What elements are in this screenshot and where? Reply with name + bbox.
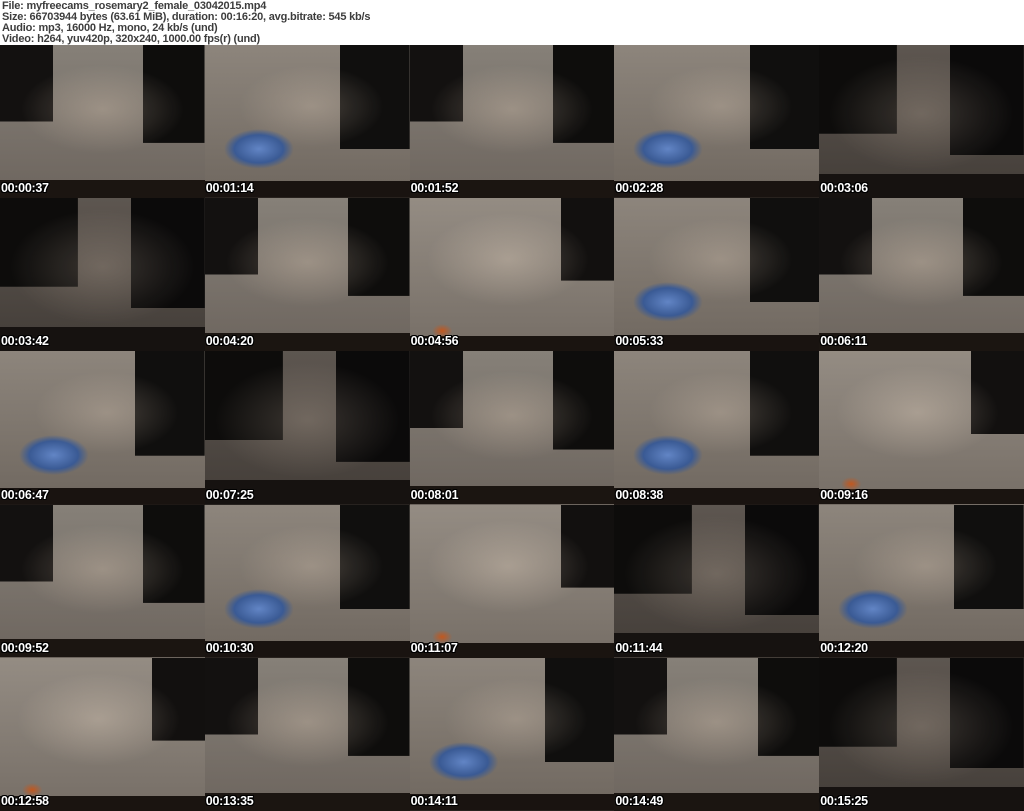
thumbnail-timestamp: 00:13:35	[205, 793, 254, 808]
video-thumbnail: 00:14:49	[614, 657, 820, 811]
video-thumbnail: 00:05:33	[614, 198, 820, 352]
video-thumbnail: 00:06:47	[0, 351, 205, 505]
thumbnail-timestamp: 00:03:42	[1, 334, 49, 349]
video-thumbnail: 00:03:42	[0, 198, 205, 352]
video-thumbnail: 00:11:44	[614, 504, 820, 658]
thumbnail-timestamp: 00:04:20	[205, 334, 254, 349]
video-thumbnail: 00:13:35	[204, 657, 410, 811]
video-thumbnail: 00:09:16	[819, 351, 1024, 505]
thumbnail-timestamp: 00:01:14	[205, 181, 254, 196]
video-thumbnail: 00:00:37	[0, 45, 205, 199]
thumbnail-timestamp: 00:01:52	[410, 181, 459, 196]
thumbnail-timestamp: 00:03:06	[820, 181, 868, 196]
video-thumbnail: 00:07:25	[204, 351, 410, 505]
video-thumbnail: 00:02:28	[614, 45, 820, 199]
video-thumbnail: 00:11:07	[409, 504, 615, 658]
video-thumbnail: 00:15:25	[819, 657, 1024, 811]
video-thumbnail: 00:12:20	[819, 504, 1024, 658]
video-thumbnail: 00:12:58	[0, 657, 205, 811]
thumbnail-grid: 00:00:37 00:01:14 00:01:52 00:02:28 00:0…	[0, 45, 1024, 811]
video-thumbnail: 00:01:52	[409, 45, 615, 199]
contact-sheet: File: myfreecams_rosemary2_female_030420…	[0, 0, 1024, 811]
thumbnail-timestamp: 00:09:16	[820, 487, 868, 502]
video-thumbnail: 00:03:06	[819, 45, 1024, 199]
video-thumbnail: 00:01:14	[204, 45, 410, 199]
thumbnail-timestamp: 00:15:25	[820, 793, 868, 808]
thumbnail-timestamp: 00:08:01	[410, 487, 459, 502]
video-thumbnail: 00:04:20	[204, 198, 410, 352]
video-thumbnail: 00:10:30	[204, 504, 410, 658]
video-thumbnail: 00:08:01	[409, 351, 615, 505]
thumbnail-timestamp: 00:07:25	[205, 487, 254, 502]
thumbnail-timestamp: 00:05:33	[615, 334, 664, 349]
thumbnail-timestamp: 00:10:30	[205, 640, 254, 655]
video-thumbnail: 00:08:38	[614, 351, 820, 505]
thumbnail-timestamp: 00:12:20	[820, 640, 868, 655]
thumbnail-timestamp: 00:12:58	[1, 793, 49, 808]
thumbnail-timestamp: 00:06:11	[820, 334, 868, 349]
thumbnail-timestamp: 00:00:37	[1, 181, 49, 196]
media-info-header: File: myfreecams_rosemary2_female_030420…	[0, 0, 1024, 45]
video-thumbnail: 00:04:56	[409, 198, 615, 352]
thumbnail-timestamp: 00:08:38	[615, 487, 664, 502]
thumbnail-timestamp: 00:04:56	[410, 334, 459, 349]
thumbnail-timestamp: 00:11:07	[410, 640, 458, 655]
thumbnail-timestamp: 00:06:47	[1, 487, 49, 502]
video-thumbnail: 00:09:52	[0, 504, 205, 658]
video-thumbnail: 00:14:11	[409, 657, 615, 811]
thumbnail-timestamp: 00:14:11	[410, 793, 458, 808]
video-info-line: Video: h264, yuv420p, 320x240, 1000.00 f…	[2, 33, 260, 45]
thumbnail-timestamp: 00:09:52	[1, 640, 49, 655]
thumbnail-timestamp: 00:11:44	[615, 640, 663, 655]
thumbnail-timestamp: 00:02:28	[615, 181, 664, 196]
thumbnail-timestamp: 00:14:49	[615, 793, 664, 808]
video-thumbnail: 00:06:11	[819, 198, 1024, 352]
